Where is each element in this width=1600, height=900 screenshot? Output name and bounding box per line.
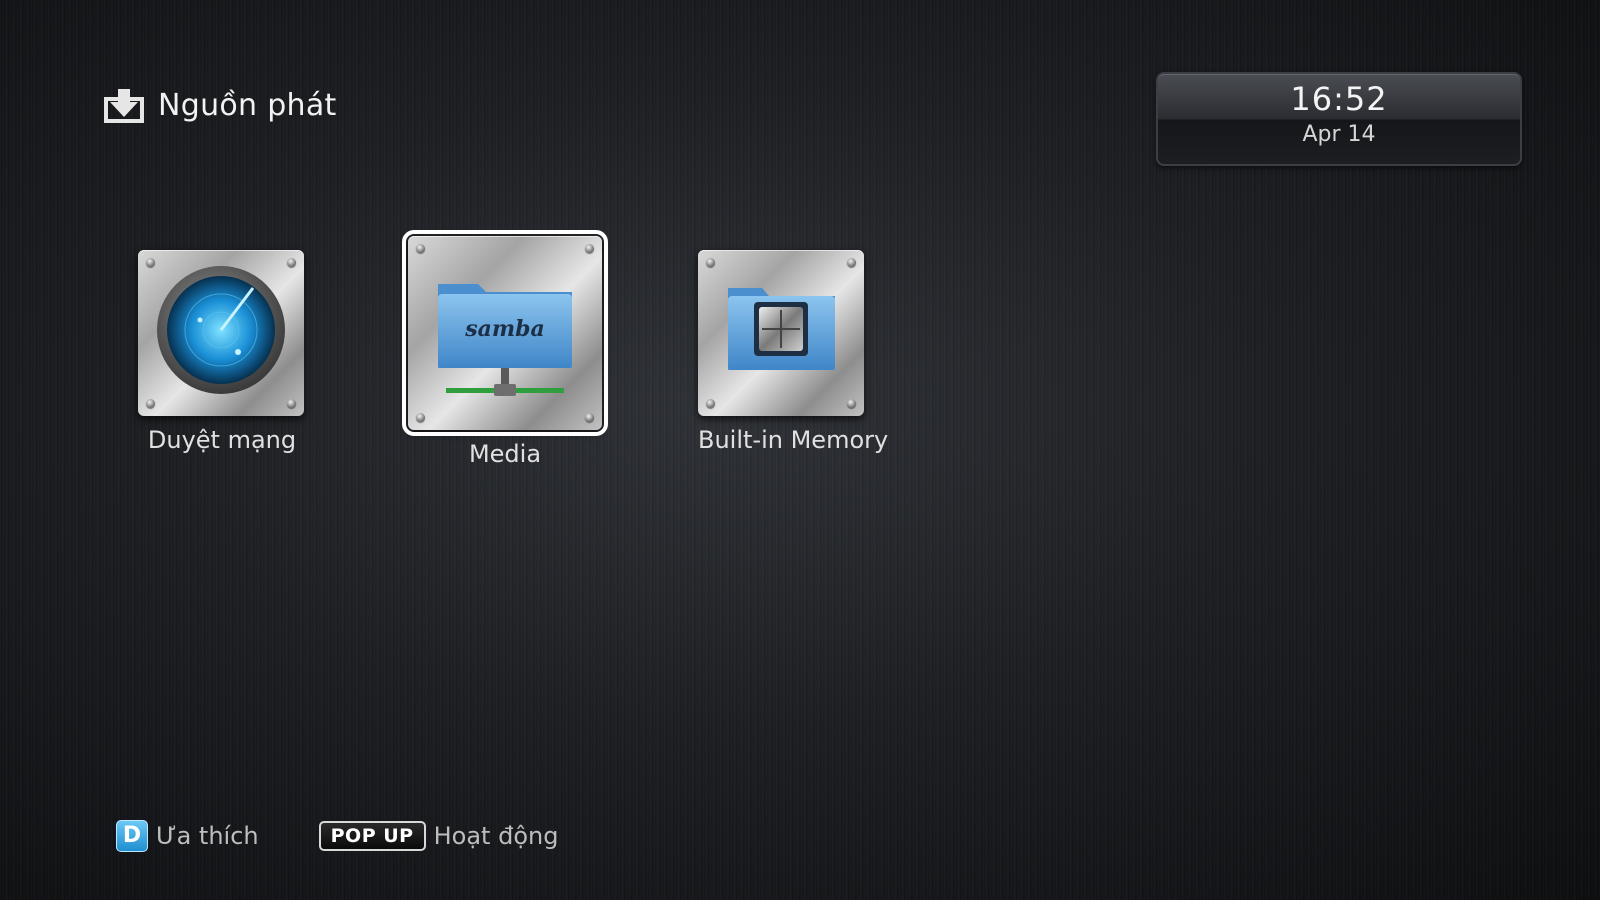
tile-frame: samba: [402, 230, 608, 436]
tile-label: Media: [468, 440, 542, 468]
clock-time: 16:52: [1290, 80, 1388, 118]
page-title: Nguồn phát: [158, 88, 337, 123]
d-key-icon[interactable]: D: [116, 820, 148, 852]
footer-hints: D Ưa thích POP UP Hoạt động: [116, 820, 558, 852]
samba-network-folder-icon: samba: [438, 284, 572, 396]
tile-built-in-memory[interactable]: Built-in Memory: [698, 250, 889, 454]
popup-key-icon[interactable]: POP UP: [318, 821, 426, 851]
samba-logo-text: samba: [464, 316, 545, 342]
page-header: Nguồn phát: [104, 88, 337, 123]
radar-icon: [157, 266, 285, 394]
tile-frame: [698, 250, 864, 416]
clock-panel: 16:52 Apr 14: [1156, 72, 1522, 166]
clock-date: Apr 14: [1302, 122, 1376, 147]
download-tray-icon: [104, 88, 144, 123]
favorites-label: Ưa thích: [156, 822, 259, 850]
memory-chip-folder-icon: [728, 288, 835, 370]
activity-label: Hoạt động: [433, 822, 559, 850]
tile-frame: [138, 250, 304, 416]
tile-label: Built-in Memory: [698, 426, 889, 454]
tile-network-browse[interactable]: Duyệt mạng: [138, 250, 306, 454]
tile-media[interactable]: samba Media: [402, 230, 608, 468]
tile-label: Duyệt mạng: [147, 426, 297, 454]
